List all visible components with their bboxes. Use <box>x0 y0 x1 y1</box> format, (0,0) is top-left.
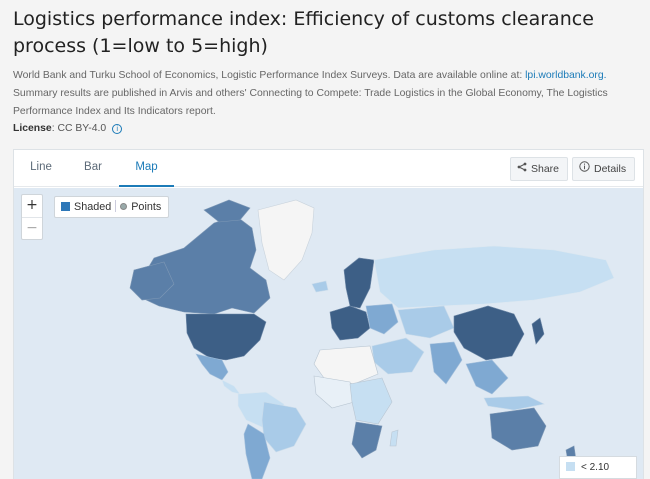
share-label: Share <box>531 163 560 175</box>
details-info-icon <box>579 159 590 181</box>
info-icon[interactable]: i <box>112 124 123 134</box>
details-button[interactable]: Details <box>572 157 636 181</box>
source-note: World Bank and Turku School of Economics… <box>13 67 638 121</box>
zoom-controls: + − <box>21 194 43 240</box>
chart-panel: Line Bar Map Share Details + − Shaded Po… <box>13 149 644 479</box>
legend-swatch <box>566 462 575 471</box>
details-label: Details <box>594 163 627 175</box>
world-map-svg <box>14 188 643 479</box>
shaded-option[interactable]: Shaded <box>61 201 111 213</box>
share-icon <box>517 159 527 181</box>
map-legend: < 2.10 <box>559 456 637 479</box>
map-mode-toggle: Shaded Points <box>54 196 170 218</box>
page-title: Logistics performance index: Efficiency … <box>13 8 594 57</box>
share-button[interactable]: Share <box>510 157 569 181</box>
source-text-2: Summary results are published in Arvis a… <box>13 88 608 117</box>
mode-divider <box>115 200 117 212</box>
zoom-in-button[interactable]: + <box>22 195 42 217</box>
view-tabs: Line Bar Map Share Details <box>14 150 643 187</box>
license-label: License <box>13 123 52 134</box>
points-label: Points <box>131 201 162 213</box>
source-text: World Bank and Turku School of Economics… <box>13 70 523 81</box>
zoom-out-button[interactable]: − <box>22 217 42 239</box>
license: License: CC BY-4.0 i <box>13 123 123 134</box>
source-link[interactable]: lpi.worldbank.org. <box>525 70 606 81</box>
shaded-label: Shaded <box>74 201 112 213</box>
tab-line[interactable]: Line <box>18 150 64 187</box>
tab-map[interactable]: Map <box>119 150 174 187</box>
license-value: : CC BY-4.0 <box>51 123 107 134</box>
world-map[interactable]: + − Shaded Points < 2.10 <box>14 188 643 479</box>
legend-label: < 2.10 <box>581 462 610 473</box>
points-option[interactable]: Points <box>120 201 161 213</box>
tab-bar[interactable]: Bar <box>70 150 116 187</box>
points-icon <box>120 203 128 210</box>
shaded-icon <box>61 202 70 211</box>
